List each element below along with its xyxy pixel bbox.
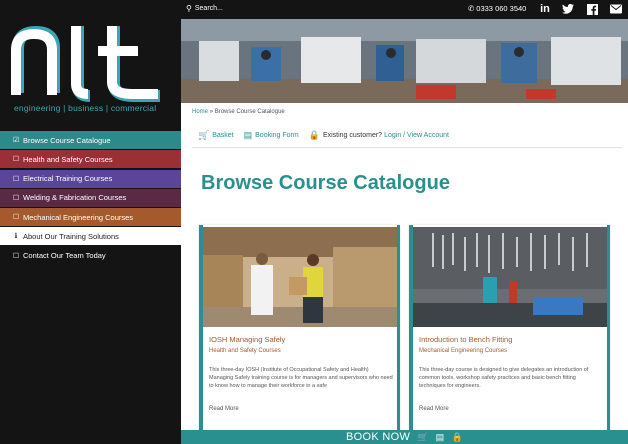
- sidebar-item-welding[interactable]: ☐ Welding & Fabrication Courses: [0, 188, 181, 207]
- basket-label: Basket: [212, 132, 234, 139]
- sidebar-item-label: About Our Training Solutions: [23, 231, 119, 241]
- main-content: Home » Browse Course Catalogue 🛒 Basket …: [181, 19, 628, 444]
- sidebar-item-browse-catalogue[interactable]: ☑ Browse Course Catalogue: [0, 131, 181, 149]
- breadcrumb-home-link[interactable]: Home: [192, 109, 208, 115]
- page-title: Browse Course Catalogue: [201, 172, 450, 194]
- course-card-description: This three-day course is designed to giv…: [419, 367, 589, 389]
- existing-customer-label: Existing customer?: [322, 132, 383, 139]
- booking-form-link[interactable]: ▤ Booking Form: [244, 130, 299, 141]
- read-more-link[interactable]: Read More: [209, 406, 239, 412]
- book-now-label: BOOK NOW: [346, 431, 411, 443]
- hero-banner-image: [181, 19, 628, 103]
- logo-tagline: engineering | business | commercial: [14, 103, 157, 113]
- sidebar-item-label: Electrical Training Courses: [23, 174, 113, 184]
- quick-links: 🛒 Basket ▤ Booking Form 🔒 Existing custo…: [198, 130, 459, 141]
- linkedin-icon[interactable]: in: [538, 2, 552, 16]
- lock-icon: 🔒: [308, 130, 320, 140]
- sidebar-nav: ☑ Browse Course Catalogue ☐ Health and S…: [0, 131, 181, 266]
- account-link[interactable]: 🔒 Existing customer? Login / View Accoun…: [309, 130, 449, 141]
- course-card-description: This three-day IOSH (Institute of Occupa…: [209, 367, 393, 389]
- breadcrumb-separator: »: [209, 109, 214, 115]
- sidebar-item-about[interactable]: ℹ About Our Training Solutions: [0, 227, 181, 246]
- phone-icon: ✆: [468, 4, 475, 13]
- checkbox-icon: ☐: [12, 156, 20, 164]
- facebook-icon[interactable]: [585, 2, 599, 16]
- sidebar-item-label: Health and Safety Courses: [23, 154, 113, 164]
- checkbox-checked-icon: ☑: [12, 137, 20, 144]
- checkbox-icon: ☐: [12, 194, 20, 202]
- sidebar: engineering | business | commercial ☑ Br…: [0, 0, 181, 444]
- sidebar-item-electrical[interactable]: ☐ Electrical Training Courses: [0, 169, 181, 188]
- twitter-icon[interactable]: [561, 2, 575, 16]
- course-card-category: Mechanical Engineering Courses: [419, 348, 508, 354]
- breadcrumb: Home » Browse Course Catalogue: [192, 109, 285, 115]
- sidebar-item-health-safety[interactable]: ☐ Health and Safety Courses: [0, 150, 181, 169]
- basket-icon[interactable]: 🛒: [417, 432, 429, 443]
- course-card[interactable]: IOSH Managing Safely Health and Safety C…: [199, 225, 400, 433]
- course-card-title[interactable]: IOSH Managing Safely: [209, 335, 285, 344]
- booking-form-label: Booking Form: [255, 132, 299, 139]
- checkbox-icon: ☐: [12, 252, 20, 260]
- checkbox-icon: ☐: [12, 214, 20, 222]
- course-card[interactable]: Introduction to Bench Fitting Mechanical…: [409, 225, 610, 433]
- search-icon: ⚲: [186, 4, 192, 13]
- checkbox-icon: ☐: [12, 175, 20, 183]
- top-bar: ⚲ Search... ✆ 0333 060 3540 in: [181, 0, 628, 19]
- page-root: engineering | business | commercial ☑ Br…: [0, 0, 628, 444]
- search-input[interactable]: Search...: [195, 5, 223, 12]
- sidebar-item-label: Browse Course Catalogue: [23, 135, 111, 145]
- sidebar-item-label: Contact Our Team Today: [23, 251, 106, 261]
- divider: [192, 147, 622, 148]
- course-card-image: [203, 227, 397, 327]
- sidebar-item-contact[interactable]: ☐ Contact Our Team Today: [0, 246, 181, 265]
- course-card-title[interactable]: Introduction to Bench Fitting: [419, 335, 512, 344]
- course-card-image: [413, 227, 607, 327]
- read-more-link[interactable]: Read More: [419, 406, 449, 412]
- book-now-bar[interactable]: BOOK NOW 🛒 ▤ 🔒: [181, 430, 628, 444]
- sidebar-item-label: Mechanical Engineering Courses: [23, 212, 134, 222]
- info-icon: ℹ: [14, 233, 18, 241]
- document-icon[interactable]: ▤: [436, 432, 445, 443]
- basket-link[interactable]: 🛒 Basket: [198, 130, 234, 141]
- document-icon: ▤: [243, 130, 253, 140]
- course-card-category: Health and Safety Courses: [209, 348, 281, 354]
- login-label: Login / View Account: [384, 132, 449, 139]
- basket-icon: 🛒: [198, 130, 210, 140]
- sidebar-item-mechanical[interactable]: ☐ Mechanical Engineering Courses: [0, 208, 181, 227]
- phone-number: 0333 060 3540: [476, 4, 527, 13]
- breadcrumb-current: Browse Course Catalogue: [214, 109, 285, 115]
- phone-link[interactable]: ✆ 0333 060 3540: [468, 4, 526, 13]
- sidebar-item-label: Welding & Fabrication Courses: [23, 193, 127, 203]
- lock-icon[interactable]: 🔒: [451, 432, 463, 443]
- email-icon[interactable]: [609, 2, 623, 16]
- search-box[interactable]: ⚲ Search...: [186, 4, 223, 13]
